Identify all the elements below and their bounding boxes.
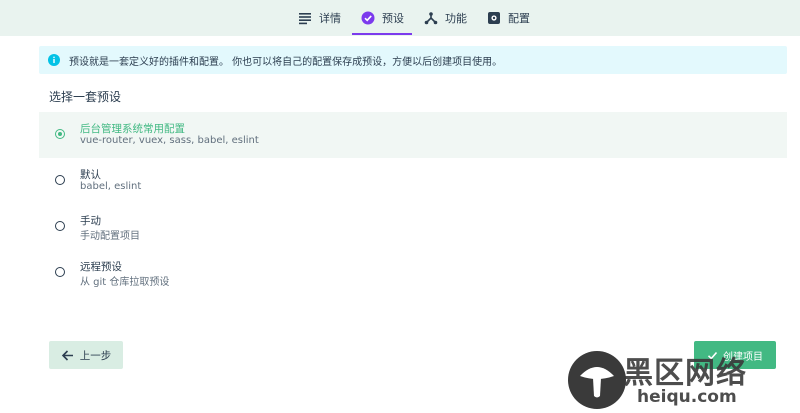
create-project-button[interactable]: 创建项目	[694, 341, 776, 369]
preset-name: 默认	[80, 169, 101, 181]
preset-option-admin[interactable]: 后台管理系统常用配置 vue-router, vuex, sass, babel…	[39, 112, 787, 158]
preset-option-remote[interactable]: 远程预设 从 git 仓库拉取预设	[39, 250, 787, 296]
tab-presets[interactable]: 预设	[361, 0, 404, 36]
preset-desc: 手动配置项目	[80, 231, 140, 242]
tab-features[interactable]: 功能	[424, 0, 467, 36]
back-button[interactable]: 上一步	[49, 341, 123, 369]
active-tab-indicator	[352, 33, 412, 35]
preset-name: 远程预设	[80, 261, 122, 273]
fork-icon	[424, 12, 438, 25]
arrow-left-icon	[61, 349, 73, 361]
preset-name: 手动	[80, 215, 101, 227]
top-tabs: 详情 预设 功能 配置	[0, 0, 800, 36]
preset-desc: babel, eslint	[80, 181, 142, 192]
tab-config[interactable]: 配置	[487, 0, 530, 36]
tab-features-label: 功能	[445, 12, 467, 25]
create-button-label: 创建项目	[723, 351, 763, 363]
preset-desc: 从 git 仓库拉取预设	[80, 277, 170, 288]
info-icon	[48, 54, 60, 66]
radio-unselected[interactable]	[55, 221, 65, 231]
tab-presets-label: 预设	[382, 12, 404, 25]
list-icon	[299, 13, 311, 25]
section-title: 选择一套预设	[49, 90, 122, 104]
preset-option-manual[interactable]: 手动 手动配置项目	[39, 204, 787, 250]
tab-config-label: 配置	[508, 12, 530, 25]
preset-option-default[interactable]: 默认 babel, eslint	[39, 158, 787, 204]
settings-icon	[488, 12, 500, 24]
radio-selected[interactable]	[55, 129, 65, 139]
info-text: 预设就是一套定义好的插件和配置。 你也可以将自己的配置保存成预设，方便以后创建项…	[69, 56, 503, 68]
check-icon	[707, 351, 718, 360]
tab-details-label: 详情	[319, 12, 341, 25]
preset-desc: vue-router, vuex, sass, babel, eslint	[80, 135, 259, 146]
tab-details[interactable]: 详情	[298, 0, 341, 36]
info-banner: 预设就是一套定义好的插件和配置。 你也可以将自己的配置保存成预设，方便以后创建项…	[39, 46, 787, 74]
back-button-label: 上一步	[79, 349, 112, 362]
preset-name: 后台管理系统常用配置	[80, 123, 185, 135]
check-circle-icon	[361, 11, 375, 25]
radio-unselected[interactable]	[55, 267, 65, 277]
radio-unselected[interactable]	[55, 175, 65, 185]
